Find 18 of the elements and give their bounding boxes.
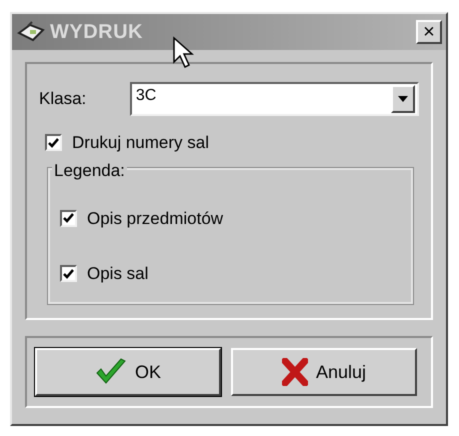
class-value: 3C [134, 86, 158, 106]
checkbox[interactable] [60, 265, 77, 282]
class-label: Klasa: [39, 88, 88, 110]
checkmark-icon [94, 358, 127, 386]
dropdown-button[interactable] [391, 85, 415, 113]
checkbox[interactable] [60, 210, 77, 227]
mouse-cursor-icon [172, 36, 196, 70]
checkbox-label: Opis przedmiotów [87, 208, 224, 230]
close-button[interactable]: × [416, 20, 442, 44]
checkbox[interactable] [45, 134, 62, 152]
checkbox-label: Drukuj numery sal [72, 132, 209, 154]
caret-icon [398, 96, 408, 102]
checkbox-label: Opis sal [87, 263, 148, 285]
cancel-button[interactable]: Anuluj [231, 348, 417, 396]
cross-icon [282, 358, 308, 386]
window-title: WYDRUK [50, 20, 143, 45]
class-dropdown[interactable]: 3C [130, 82, 419, 116]
ok-button[interactable]: OK [35, 348, 221, 396]
